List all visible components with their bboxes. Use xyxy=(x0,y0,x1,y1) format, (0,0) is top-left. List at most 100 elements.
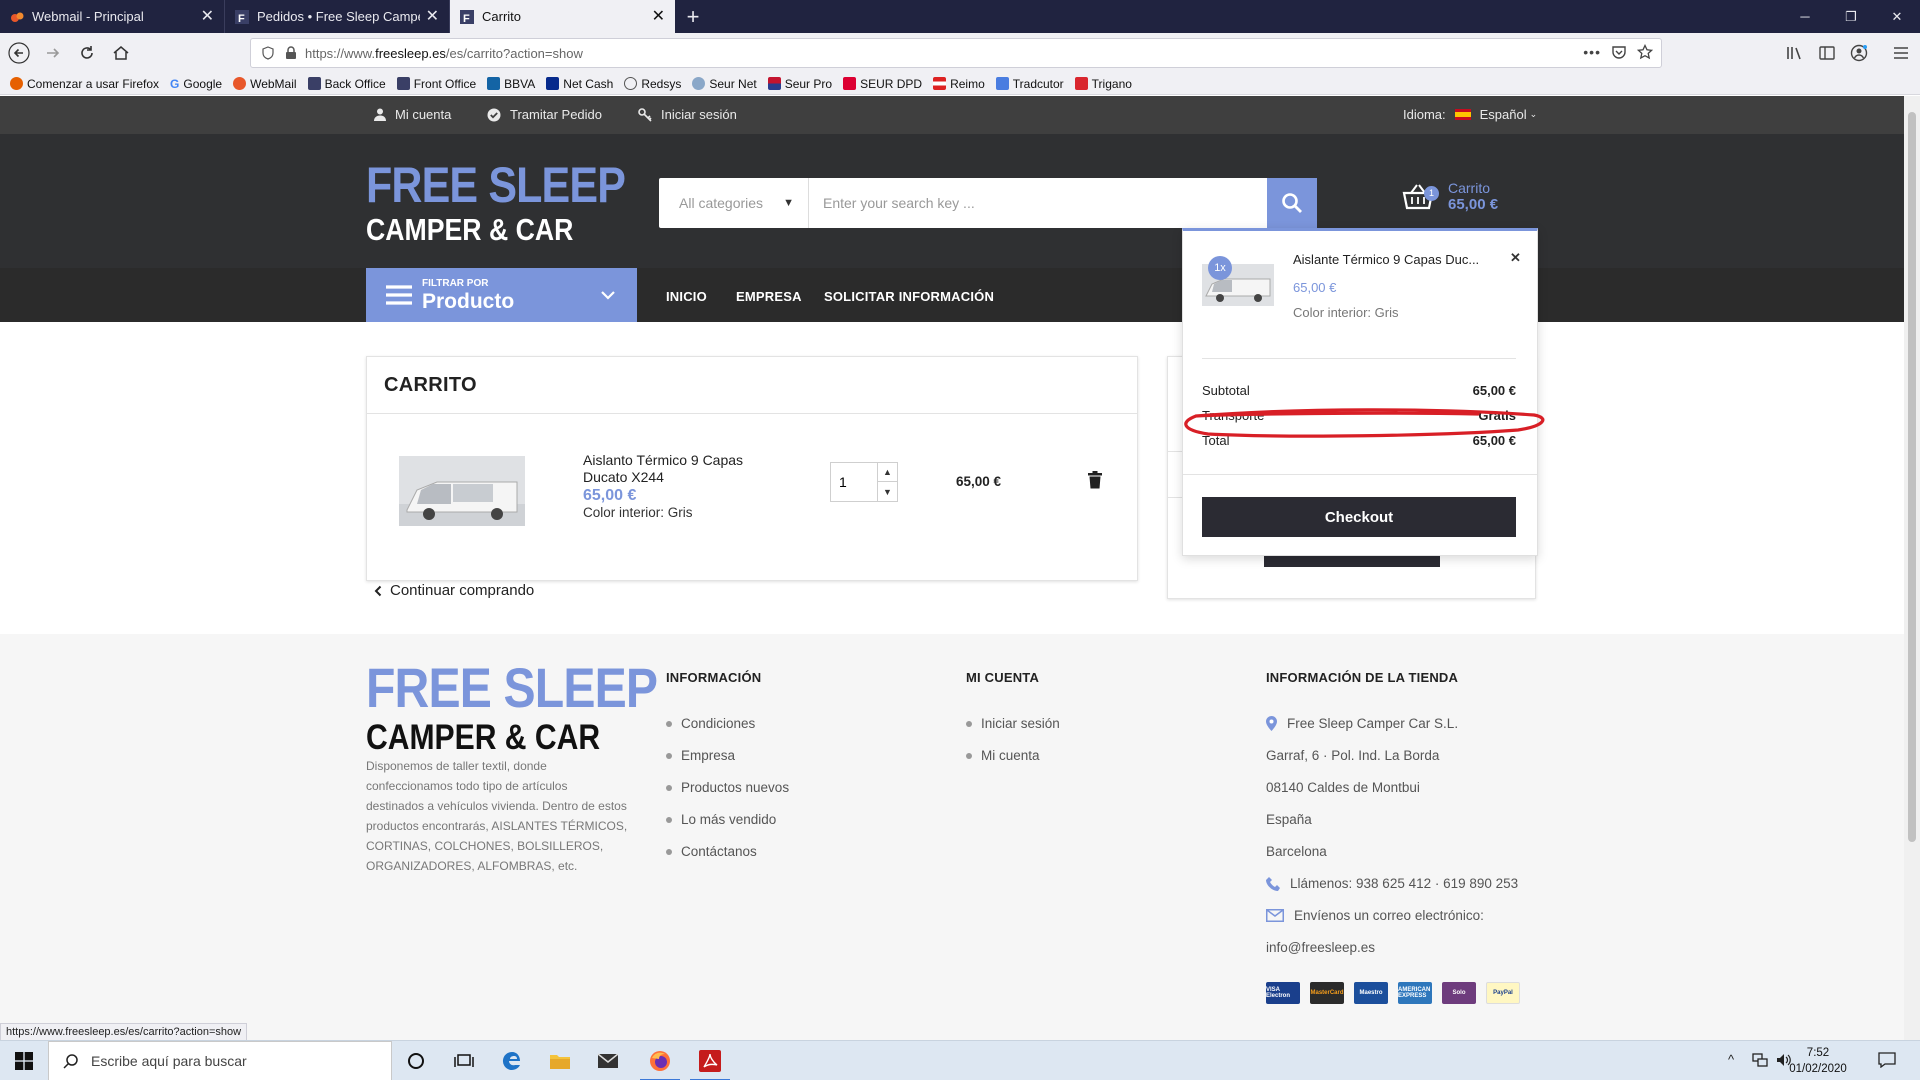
edge-app[interactable] xyxy=(488,1041,536,1080)
bookmark-label: Front Office xyxy=(413,76,477,91)
page-actions-icon[interactable]: ••• xyxy=(1583,44,1601,60)
bookmark-redsys[interactable]: Redsys xyxy=(624,77,681,91)
forward-button[interactable] xyxy=(38,38,68,68)
quantity-input[interactable] xyxy=(831,463,877,501)
bookmark-label: SEUR DPD xyxy=(860,76,923,91)
close-tab-icon[interactable]: ✕ xyxy=(426,8,439,25)
bookmark-trigano[interactable]: Trigano xyxy=(1074,77,1132,91)
tramitar-pedido-link[interactable]: Tramitar Pedido xyxy=(487,107,602,122)
qty-down-button[interactable]: ▼ xyxy=(877,482,897,501)
store-email[interactable]: info@freesleep.es xyxy=(1266,940,1375,955)
cart-total: 65,00 € xyxy=(1448,196,1499,213)
footer-logo-line-1: FREE SLEEP xyxy=(366,656,658,719)
product-image[interactable] xyxy=(399,456,525,526)
remove-mini-cart-item[interactable]: ✕ xyxy=(1510,250,1521,266)
footer-link-condiciones[interactable]: Condiciones xyxy=(666,716,755,731)
site-logo[interactable]: FREE SLEEP CAMPER & CAR xyxy=(366,160,667,245)
bookmark-net-cash[interactable]: Net Cash xyxy=(546,77,613,91)
store-address-line: Garraf, 6 · Pol. Ind. La Borda xyxy=(1266,748,1440,763)
footer-link-contactanos[interactable]: Contáctanos xyxy=(666,844,757,859)
shield-icon[interactable] xyxy=(261,46,275,60)
subtotal-label: Subtotal xyxy=(1202,383,1250,398)
bookmark-bbva[interactable]: BBVA xyxy=(487,77,535,91)
language-selector[interactable]: Idioma: Español ⌄ xyxy=(1403,107,1537,122)
tab-pedidos[interactable]: F Pedidos • Free Sleep Camper C ✕ xyxy=(225,0,450,33)
bookmark-firefox[interactable]: Comenzar a usar Firefox xyxy=(10,77,159,91)
menu-solicitar-informacion[interactable]: SOLICITAR INFORMACIÓN xyxy=(824,289,994,304)
minimize-button[interactable]: ─ xyxy=(1782,0,1828,33)
bookmark-star-icon[interactable] xyxy=(1637,44,1653,60)
bookmark-back-office[interactable]: Back Office xyxy=(307,77,386,91)
cortana-button[interactable] xyxy=(392,1041,440,1080)
mi-cuenta-link[interactable]: Mi cuenta xyxy=(374,107,451,122)
scrollbar-thumb[interactable] xyxy=(1908,112,1916,842)
footer-link-iniciar-sesion[interactable]: Iniciar sesión xyxy=(966,716,1060,731)
reload-button[interactable] xyxy=(72,38,102,68)
bullet-icon xyxy=(666,720,672,727)
address-bar[interactable]: https://www. freesleep.es/es/carrito?acti… xyxy=(250,38,1662,68)
file-explorer-app[interactable] xyxy=(536,1041,584,1080)
cart-item-name[interactable]: Aislanto Térmico 9 Capas Ducato X244 xyxy=(583,452,773,486)
qty-up-button[interactable]: ▲ xyxy=(877,463,897,482)
system-clock[interactable]: 7:52 01/02/2020 xyxy=(1786,1045,1850,1077)
lock-icon[interactable] xyxy=(285,46,297,60)
sidebar-icon[interactable] xyxy=(1812,38,1842,68)
footer-logo[interactable]: FREE SLEEP CAMPER & CAR xyxy=(366,656,705,756)
acrobat-app[interactable] xyxy=(686,1041,734,1080)
mini-cart-dropdown: 1x Aislante Térmico 9 Capas Duc... ✕ 65,… xyxy=(1182,228,1538,556)
bookmark-label: Seur Net xyxy=(709,76,757,91)
footer-link-empresa[interactable]: Empresa xyxy=(666,748,735,763)
restore-button[interactable]: ❐ xyxy=(1828,0,1874,33)
bookmark-seur-net[interactable]: Seur Net xyxy=(692,76,757,91)
tab-webmail[interactable]: Webmail - Principal ✕ xyxy=(0,0,225,33)
task-view-button[interactable] xyxy=(440,1041,488,1080)
footer-link-mi-cuenta[interactable]: Mi cuenta xyxy=(966,748,1040,763)
task-view-icon xyxy=(454,1054,474,1067)
category-select[interactable]: All categories ▼ xyxy=(659,178,809,228)
phone-icon xyxy=(1266,876,1280,891)
mail-app[interactable] xyxy=(584,1041,632,1080)
remove-item-button[interactable] xyxy=(1088,471,1102,489)
bookmark-google[interactable]: G Google xyxy=(170,77,222,91)
new-tab-button[interactable]: + xyxy=(675,0,711,33)
header-cart[interactable]: 1 Carrito 65,00 € xyxy=(1402,180,1498,213)
account-icon[interactable] xyxy=(1844,38,1874,68)
bookmark-reimo[interactable]: Reimo xyxy=(933,77,985,91)
filter-by-product[interactable]: FILTRAR POR Producto xyxy=(366,268,637,322)
mini-cart-item-name[interactable]: Aislante Térmico 9 Capas Duc... xyxy=(1293,252,1479,267)
close-tab-icon[interactable]: ✕ xyxy=(652,8,665,25)
back-button[interactable] xyxy=(4,38,34,68)
bookmark-tradcutor[interactable]: Tradcutor xyxy=(995,77,1064,91)
search-button[interactable] xyxy=(1267,178,1317,228)
webmail-favicon-icon xyxy=(11,12,24,22)
menu-inicio[interactable]: INICIO xyxy=(666,289,707,304)
footer-account-title: MI CUENTA xyxy=(966,670,1040,685)
tab-carrito[interactable]: F Carrito ✕ xyxy=(450,0,675,33)
footer-link-lo-mas-vendido[interactable]: Lo más vendido xyxy=(666,812,776,827)
menu-empresa[interactable]: EMPRESA xyxy=(736,289,802,304)
checkout-button[interactable]: Checkout xyxy=(1202,497,1516,537)
pocket-icon[interactable] xyxy=(1611,44,1627,60)
close-tab-icon[interactable]: ✕ xyxy=(201,8,214,25)
close-window-button[interactable]: ✕ xyxy=(1874,0,1920,33)
bookmark-seur-pro[interactable]: Seur Pro xyxy=(767,77,832,91)
footer-link-productos-nuevos[interactable]: Productos nuevos xyxy=(666,780,789,795)
site-top-nav: Mi cuenta Tramitar Pedido Iniciar sesión… xyxy=(0,96,1904,134)
hamburger-menu-icon[interactable] xyxy=(1886,38,1916,68)
iniciar-sesion-link[interactable]: Iniciar sesión xyxy=(638,107,737,122)
start-button[interactable] xyxy=(0,1041,48,1080)
notifications-icon[interactable] xyxy=(1878,1052,1896,1068)
bookmark-front-office[interactable]: Front Office xyxy=(396,76,477,91)
library-icon[interactable] xyxy=(1780,38,1810,68)
search-input[interactable] xyxy=(809,178,1267,228)
taskbar-search[interactable]: Escribe aquí para buscar xyxy=(48,1041,392,1080)
freesleep-icon xyxy=(396,77,410,90)
show-hidden-icons[interactable]: ^ xyxy=(1728,1052,1734,1067)
network-icon[interactable] xyxy=(1752,1053,1768,1067)
bookmark-webmail[interactable]: WebMail xyxy=(233,77,297,91)
bookmark-seur-dpd[interactable]: SEUR DPD xyxy=(843,77,922,91)
continue-shopping-link[interactable]: Continuar comprando xyxy=(374,582,534,599)
spain-flag-icon xyxy=(1454,109,1471,120)
home-button[interactable] xyxy=(106,38,136,68)
firefox-app[interactable] xyxy=(636,1041,684,1080)
